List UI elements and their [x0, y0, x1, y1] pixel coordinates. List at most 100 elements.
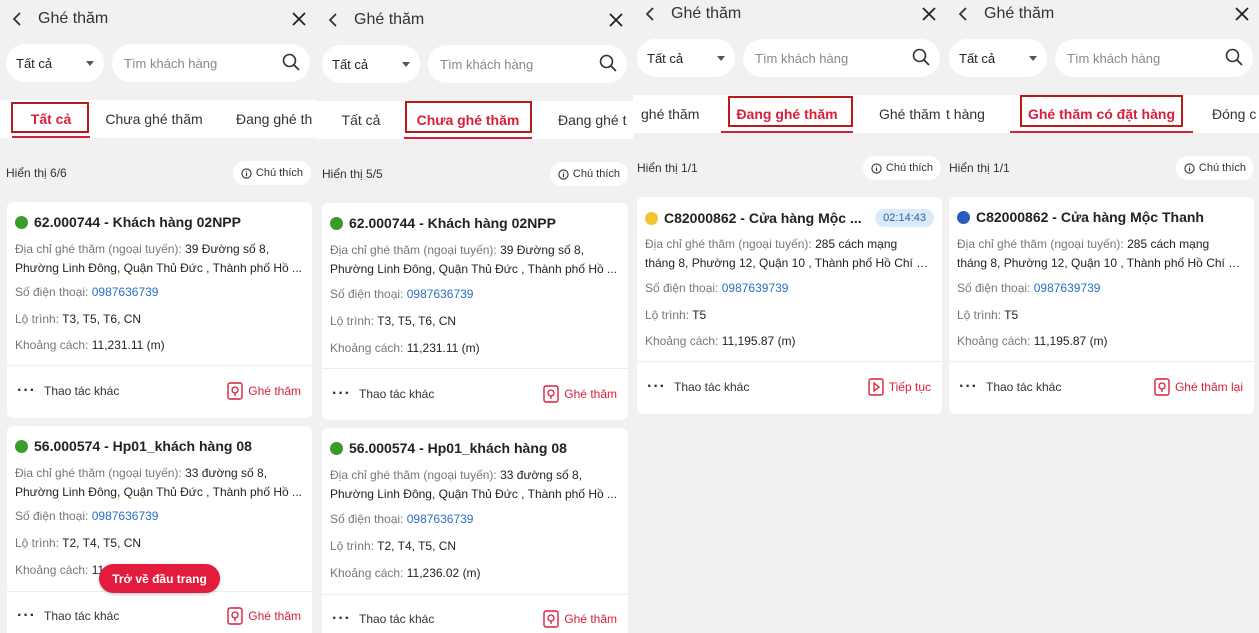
- tab-visiting[interactable]: Đang ghé t: [558, 101, 633, 139]
- close-icon[interactable]: [605, 9, 627, 31]
- phone-row: Số điện thoại: 0987636739: [330, 512, 474, 526]
- info-icon: [241, 167, 252, 179]
- back-arrow-icon[interactable]: [635, 0, 665, 28]
- legend-button[interactable]: Chú thích: [862, 156, 941, 180]
- divider: [637, 361, 942, 362]
- tab-all[interactable]: Tất cả: [326, 101, 396, 139]
- search-icon[interactable]: [599, 54, 617, 75]
- legend-label: Chú thích: [255, 167, 303, 179]
- search-icon[interactable]: [1225, 48, 1243, 69]
- phone-row: Số điện thoại: 0987636739: [15, 509, 159, 523]
- phone-row: Số điện thoại: 0987636739: [330, 287, 474, 301]
- result-count: Hiển thị 1/1: [949, 161, 1010, 175]
- tab-all[interactable]: Tất cả: [12, 100, 90, 138]
- card-title: 56.000574 - Hp01_khách hàng 08: [15, 438, 304, 454]
- tab-visited[interactable]: t hàng: [946, 95, 1006, 133]
- result-count: Hiển thị 1/1: [637, 161, 698, 175]
- tab-not-visited[interactable]: Chưa ghé thăm: [100, 100, 208, 138]
- chevron-down-icon: [1029, 55, 1037, 61]
- more-actions-button[interactable]: ··· Thao tác khác: [647, 379, 749, 395]
- more-actions-button[interactable]: ··· Thao tác khác: [17, 607, 119, 624]
- status-select[interactable]: Tất cả: [6, 44, 104, 82]
- tab-closed[interactable]: Đóng c: [1212, 95, 1259, 133]
- visit-address: Địa chỉ ghé thăm (ngoại tuyến): 39 Đường…: [330, 243, 617, 276]
- tab-visited[interactable]: Ghé thăm: [879, 95, 946, 133]
- screen-not-visited: Ghé thăm Tất cả Tất cả Chưa ghé thăm Đan…: [316, 0, 633, 633]
- more-actions-button[interactable]: ··· Thao tác khác: [959, 378, 1061, 395]
- customer-card[interactable]: 56.000574 - Hp01_khách hàng 08 Địa chỉ g…: [7, 426, 312, 633]
- tab-visited-with-order[interactable]: Ghé thăm có đặt hàng: [1010, 95, 1193, 133]
- close-icon[interactable]: [288, 8, 310, 30]
- status-select-value: Tất cả: [959, 50, 996, 66]
- visit-button[interactable]: Ghé thăm: [543, 610, 617, 628]
- route-row: Lộ trình: T2, T4, T5, CN: [330, 539, 457, 553]
- continue-button[interactable]: Tiếp tục: [868, 378, 931, 396]
- legend-button[interactable]: Chú thích: [1175, 156, 1254, 180]
- phone-link[interactable]: 0987639739: [722, 281, 789, 295]
- revisit-button[interactable]: Ghé thăm lại: [1154, 378, 1243, 396]
- phone-link[interactable]: 0987636739: [407, 512, 474, 526]
- visit-icon: [543, 385, 559, 403]
- tab-visiting[interactable]: Đang ghé thăm: [721, 95, 853, 133]
- more-actions-button[interactable]: ··· Thao tác khác: [17, 383, 119, 399]
- search-input[interactable]: [440, 56, 570, 72]
- close-icon[interactable]: [1231, 3, 1253, 25]
- phone-link[interactable]: 0987639739: [1034, 281, 1101, 295]
- back-arrow-icon[interactable]: [2, 5, 32, 33]
- tab-not-visited[interactable]: Chưa ghé thăm: [404, 101, 532, 139]
- search-box: [1055, 39, 1253, 77]
- tab-bar: Tất cả Chưa ghé thăm Đang ghé t: [316, 101, 633, 139]
- more-dots-icon: ···: [17, 607, 36, 624]
- customer-card[interactable]: 62.000744 - Khách hàng 02NPP Địa chỉ ghé…: [322, 203, 628, 420]
- status-select[interactable]: Tất cả: [949, 39, 1047, 77]
- customer-card[interactable]: 56.000574 - Hp01_khách hàng 08 Địa chỉ g…: [322, 428, 628, 633]
- status-select[interactable]: Tất cả: [637, 39, 735, 77]
- visit-button[interactable]: Ghé thăm: [543, 385, 617, 403]
- visit-button[interactable]: Ghé thăm: [227, 382, 301, 400]
- visit-button[interactable]: Ghé thăm: [227, 607, 301, 625]
- route-row: Lộ trình: T2, T4, T5, CN: [15, 536, 142, 550]
- search-icon[interactable]: [282, 53, 300, 74]
- customer-card[interactable]: C82000862 - Cửa hàng Mộc Thanh Địa chỉ g…: [949, 197, 1254, 414]
- close-icon[interactable]: [918, 3, 940, 25]
- tab-bar: Tất cả Chưa ghé thăm Đang ghé th: [0, 100, 316, 138]
- search-icon[interactable]: [912, 48, 930, 69]
- visit-address: Địa chỉ ghé thăm (ngoại tuyến): 285 cách…: [645, 237, 934, 270]
- phone-link[interactable]: 0987636739: [92, 285, 159, 299]
- distance-row: Khoảng cách: 11,236.02 (m): [330, 566, 481, 580]
- status-select[interactable]: Tất cả: [322, 45, 420, 83]
- page-title: Ghé thăm: [671, 5, 742, 22]
- tab-visiting[interactable]: Đang ghé th: [236, 100, 316, 138]
- search-input[interactable]: [124, 55, 254, 71]
- status-dot: [645, 211, 658, 225]
- more-dots-icon: ···: [959, 378, 978, 395]
- legend-button[interactable]: Chú thích: [549, 162, 628, 186]
- phone-link[interactable]: 0987636739: [407, 287, 474, 301]
- customer-card[interactable]: 62.000744 - Khách hàng 02NPP Địa chỉ ghé…: [7, 202, 312, 418]
- app-header: Ghé thăm: [633, 0, 946, 31]
- status-select-value: Tất cả: [16, 55, 53, 71]
- phone-row: Số điện thoại: 0987639739: [957, 281, 1101, 295]
- phone-row: Số điện thoại: 0987639739: [645, 281, 789, 295]
- distance-row: Khoảng cách: 11,195.87 (m): [957, 334, 1108, 348]
- status-dot: [15, 215, 28, 229]
- route-row: Lộ trình: T3, T5, T6, CN: [15, 312, 142, 326]
- play-icon: [868, 378, 884, 396]
- result-count-row: Hiển thị 1/1 Chú thích: [946, 155, 1259, 181]
- card-title: 62.000744 - Khách hàng 02NPP: [15, 214, 304, 230]
- search-input[interactable]: [755, 50, 885, 66]
- legend-button[interactable]: Chú thích: [232, 161, 311, 185]
- back-arrow-icon[interactable]: [948, 0, 978, 28]
- tab-not-visited[interactable]: ghé thăm: [641, 95, 711, 133]
- more-actions-button[interactable]: ··· Thao tác khác: [332, 386, 434, 402]
- visit-address: Địa chỉ ghé thăm (ngoại tuyến): 285 cách…: [957, 237, 1246, 270]
- more-actions-button[interactable]: ··· Thao tác khác: [332, 611, 434, 627]
- phone-link[interactable]: 0987636739: [92, 509, 159, 523]
- distance-row: Khoảng cách: 11,231.11 (m): [330, 341, 480, 355]
- app-header: Ghé thăm: [316, 3, 633, 37]
- back-arrow-icon[interactable]: [318, 6, 348, 34]
- back-to-top-button[interactable]: Trở về đầu trang: [99, 564, 220, 593]
- search-input[interactable]: [1067, 50, 1197, 66]
- customer-card[interactable]: C82000862 - Cửa hàng Mộc ... 02:14:43 Đị…: [637, 197, 942, 414]
- visit-icon: [543, 610, 559, 628]
